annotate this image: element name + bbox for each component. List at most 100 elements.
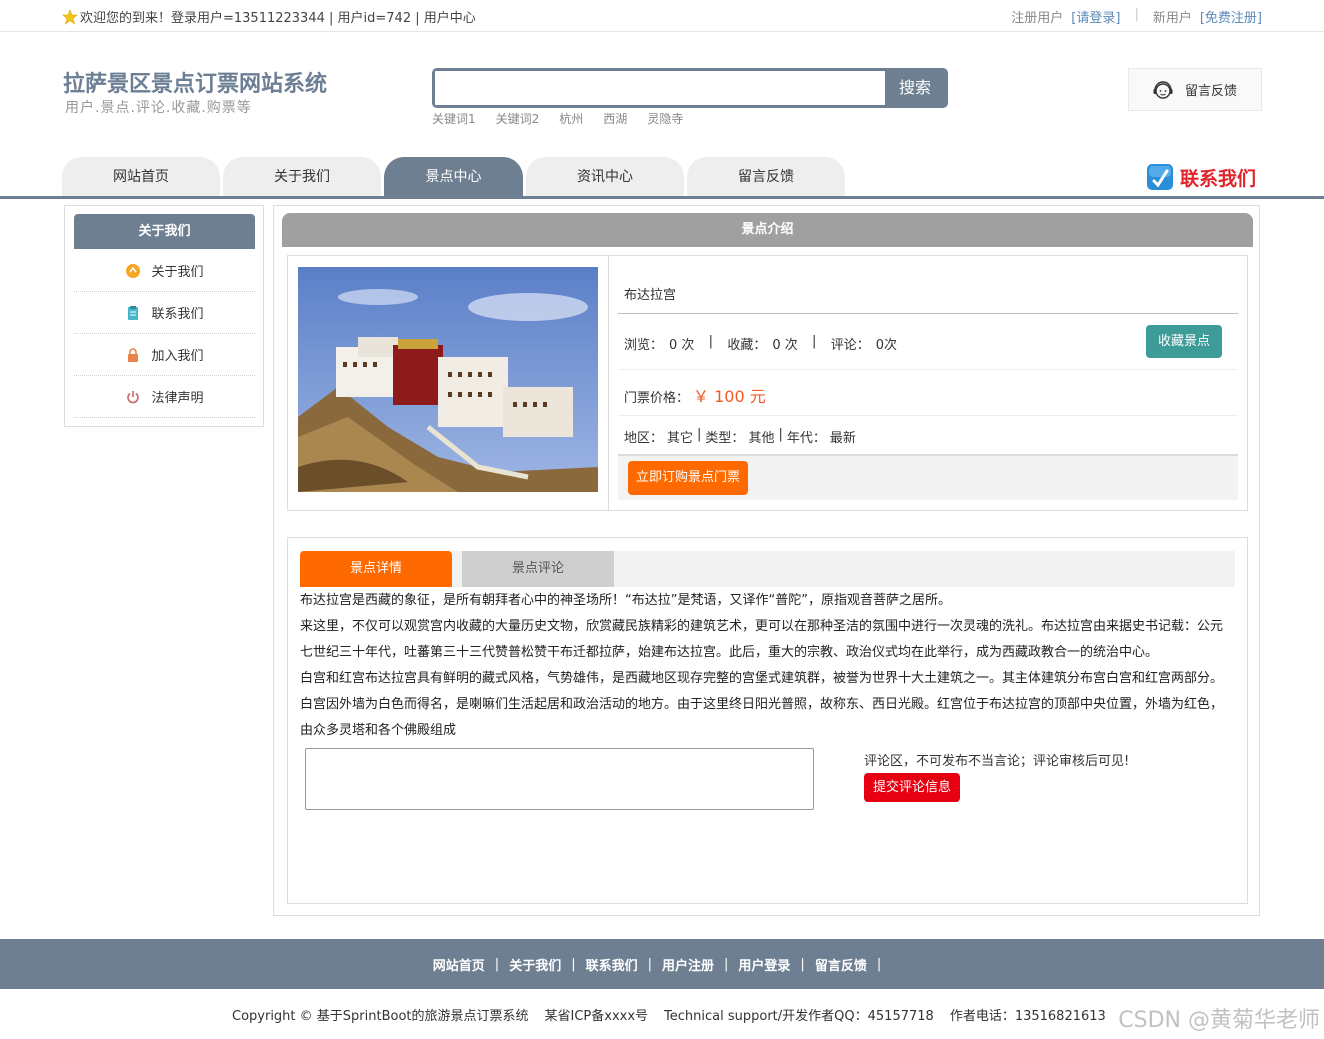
sidebar-item-label: 关于我们 [151,265,204,280]
meta-separator: | [778,427,783,442]
watermark: CSDN @黄菊华老师 [1118,1008,1320,1033]
main-content: 景点介绍 布达拉宫 浏览： 0 次 | 收藏： 0 次 | 评论： 0次 收藏景… [273,205,1260,916]
icp-text: 某省ICP备xxxx号 [544,1009,649,1024]
footer-link-register[interactable]: 用户注册 [662,955,714,974]
favs-label: 收藏： [727,338,767,353]
nav-tab-about[interactable]: 关于我们 [223,157,381,197]
account-links: 注册用户 [请登录] | 新用户 [免费注册] [1011,7,1262,26]
sidebar: 关于我们 关于我们 联系我们 加入我们 法律声明 [64,205,264,427]
nav-tab-feedback[interactable]: 留言反馈 [687,157,845,197]
footer-nav: 网站首页 | 关于我们 | 联系我们 | 用户注册 | 用户登录 | 留言反馈 | [0,939,1324,989]
headset-icon [1153,80,1173,99]
footer-separator: | [800,956,805,972]
divider [618,313,1238,314]
star-icon [62,8,78,25]
description-paragraph: 布达拉宫是西藏的象征，是所有朝拜者心中的神圣场所！“布达拉”是梵语，又译作“普陀… [300,593,951,608]
ticket-price: 门票价格： ￥ 100 元 [624,383,766,407]
spot-photo [298,267,598,492]
sidebar-item-label: 加入我们 [151,349,204,364]
comments-label: 评论： [830,338,870,353]
power-icon [127,390,140,403]
spot-description: 布达拉宫是西藏的象征，是所有朝拜者心中的神圣场所！“布达拉”是梵语，又译作“普陀… [300,588,1235,744]
clipboard-icon [128,305,139,320]
nav-tab-home[interactable]: 网站首页 [62,157,220,197]
region-label: 地区： [624,431,664,446]
hotword-link[interactable]: 灵隐寺 [647,110,683,127]
divider: | [1134,7,1139,22]
divider [618,369,1238,370]
welcome-area: 欢迎您的到来！登录用户=13511223344 | 用户id=742 | 用户中… [62,7,476,26]
footer-separator: | [724,956,729,972]
vertical-divider [608,256,609,510]
nav-divider [0,196,1324,199]
footer-link-about[interactable]: 关于我们 [509,955,561,974]
hotword-link[interactable]: 关键词2 [496,110,540,127]
footer-link-feedback[interactable]: 留言反馈 [815,955,867,974]
views-count: 0 次 [669,338,695,353]
submit-comment-button[interactable]: 提交评论信息 [864,773,960,802]
register-link[interactable]: [免费注册] [1200,7,1262,26]
sidebar-item-join[interactable]: 加入我们 [74,334,255,376]
footer-link-login[interactable]: 用户登录 [738,955,790,974]
sidebar-item-about[interactable]: 关于我们 [74,250,255,292]
price-value: ￥ 100 元 [693,387,766,406]
main-nav: 网站首页 关于我们 景点中心 资讯中心 留言反馈 [62,157,845,197]
tab-spot-comments[interactable]: 景点评论 [462,551,614,587]
copyright: Copyright © 基于SprintBoot的旅游景点订票系统 某省ICP备… [232,1005,1106,1024]
site-title[interactable]: 拉萨景区景点订票网站系统 [63,66,327,98]
buy-bar: 立即订购景点门票 [618,454,1238,500]
spot-stats: 浏览： 0 次 | 收藏： 0 次 | 评论： 0次 [624,334,897,353]
detail-tabs: 景点详情 景点评论 [300,551,1235,587]
footer-link-contact[interactable]: 联系我们 [586,955,638,974]
search-input[interactable] [435,71,885,105]
hotword-link[interactable]: 关键词1 [432,110,476,127]
sidebar-item-label: 联系我们 [151,307,204,322]
footer-link-home[interactable]: 网站首页 [433,955,485,974]
views-label: 浏览： [624,338,664,353]
sidebar-title: 关于我们 [74,214,255,249]
comments-count: 0次 [875,338,897,353]
phone-icon [1147,164,1173,190]
search-button[interactable]: 搜索 [885,71,945,105]
region-value: 其它 [667,431,694,446]
type-label: 类型： [705,431,745,446]
footer-separator: | [876,956,882,972]
search-box: 搜索 [432,68,948,108]
about-icon [126,263,141,278]
tab-spot-details[interactable]: 景点详情 [300,551,452,587]
sidebar-item-label: 法律声明 [151,391,204,406]
spot-info: 布达拉宫 浏览： 0 次 | 收藏： 0 次 | 评论： 0次 收藏景点 门票价… [287,255,1248,511]
hotword-link[interactable]: 西湖 [603,110,627,127]
stat-separator: | [700,334,722,349]
hotwords: 关键词1 关键词2 杭州 西湖 灵隐寺 [432,110,683,127]
site-subtitle: 用户.景点.评论.收藏.购票等 [65,100,252,116]
sidebar-item-contact[interactable]: 联系我们 [74,292,255,334]
contact-us-link[interactable]: 联系我们 [1146,163,1256,191]
footer-separator: | [494,956,500,972]
price-label: 门票价格： [624,391,690,406]
stat-separator: | [803,334,825,349]
nav-tab-news[interactable]: 资讯中心 [526,157,684,197]
register-prefix: 注册用户 [1011,11,1064,26]
spot-detail-panel: 景点详情 景点评论 布达拉宫是西藏的象征，是所有朝拜者心中的神圣场所！“布达拉”… [287,537,1248,904]
spot-meta: 地区： 其它 | 类型： 其他 | 年代： 最新 [624,427,856,446]
buy-ticket-button[interactable]: 立即订购景点门票 [628,461,748,495]
hotword-link[interactable]: 杭州 [559,110,583,127]
comment-note: 评论区，不可发布不当言论；评论审核后可见! [864,754,1130,769]
feedback-button[interactable]: 留言反馈 [1128,68,1262,111]
login-link[interactable]: [请登录] [1071,7,1120,26]
comment-textarea[interactable] [305,748,814,810]
footer-separator: | [571,956,576,972]
top-bar: 欢迎您的到来！登录用户=13511223344 | 用户id=742 | 用户中… [0,0,1324,32]
type-value: 其他 [748,431,775,446]
welcome-text: 欢迎您的到来！登录用户=13511223344 | 用户id=742 | 用户中… [80,11,476,26]
nav-tab-spots[interactable]: 景点中心 [384,157,523,197]
new-user-prefix: 新用户 [1152,11,1192,26]
era-label: 年代： [786,431,826,446]
sidebar-item-legal[interactable]: 法律声明 [74,376,255,418]
footer-separator: | [647,956,652,972]
meta-separator: | [697,427,702,442]
favorite-button[interactable]: 收藏景点 [1146,325,1222,358]
description-paragraph: 来这里，不仅可以观赏宫内收藏的大量历史文物，欣赏藏民族精彩的建筑艺术，更可以在那… [300,619,1224,660]
spot-name: 布达拉宫 [624,288,677,303]
